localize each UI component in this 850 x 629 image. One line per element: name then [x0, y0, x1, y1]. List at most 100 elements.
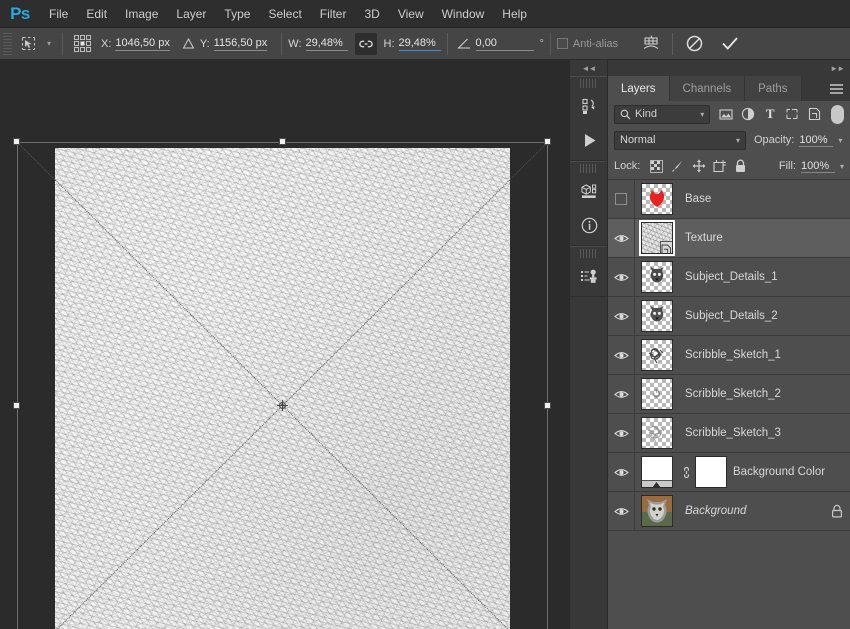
link-chain-icon[interactable]: [354, 32, 377, 55]
menu-select[interactable]: Select: [259, 0, 310, 28]
blend-chevron-down-icon[interactable]: ▾: [736, 136, 740, 145]
layer-name[interactable]: Scribble_Sketch_1: [679, 349, 850, 361]
layer-visibility-toggle[interactable]: [608, 335, 635, 375]
layer-visibility-toggle[interactable]: [608, 179, 635, 219]
history-panel-icon[interactable]: [570, 89, 608, 123]
menu-help[interactable]: Help: [493, 0, 536, 28]
layer-visibility-toggle[interactable]: [608, 452, 635, 492]
layer-mask-thumbnail-wrap[interactable]: [693, 456, 729, 488]
layer-thumbnail-wrap[interactable]: [635, 339, 679, 371]
layer-name[interactable]: Subject_Details_2: [679, 310, 850, 322]
dock-group-grip-2[interactable]: [580, 164, 597, 173]
layer-thumbnail[interactable]: [641, 261, 673, 293]
anti-alias-checkbox[interactable]: Anti-alias: [556, 38, 618, 50]
lock-all-icon[interactable]: [730, 156, 751, 176]
h-input[interactable]: 29,48%: [398, 37, 441, 51]
layer-thumbnail[interactable]: [641, 456, 673, 488]
tab-layers[interactable]: Layers: [608, 76, 670, 101]
x-input[interactable]: 1046,50 px: [115, 37, 170, 51]
transform-handle-middle-left[interactable]: [13, 402, 20, 409]
3d-panel-icon[interactable]: [570, 174, 608, 208]
layer-name[interactable]: Subject_Details_1: [679, 271, 850, 283]
cancel-transform-icon[interactable]: [679, 29, 709, 59]
layer-visibility-toggle[interactable]: [608, 413, 635, 453]
clone-source-panel-icon[interactable]: [570, 259, 608, 293]
transform-handle-middle-right[interactable]: [544, 402, 551, 409]
table-row[interactable]: Texture: [608, 218, 850, 258]
layer-thumbnail-wrap[interactable]: [635, 456, 679, 488]
lock-position-icon[interactable]: [688, 156, 709, 176]
layer-thumbnail-wrap[interactable]: [635, 495, 679, 527]
menu-layer[interactable]: Layer: [167, 0, 215, 28]
menu-view[interactable]: View: [389, 0, 433, 28]
table-row[interactable]: Scribble_Sketch_2: [608, 374, 850, 414]
layer-thumbnail[interactable]: [641, 417, 673, 449]
info-panel-icon[interactable]: [570, 208, 608, 242]
actions-play-icon[interactable]: [570, 123, 608, 157]
layer-thumbnail-wrap[interactable]: [635, 300, 679, 332]
y-input[interactable]: 1156,50 px: [213, 37, 268, 51]
layer-thumbnail[interactable]: [639, 220, 675, 256]
expand-panels-icon[interactable]: ►►: [830, 64, 845, 73]
tool-preset-chevron-down-icon[interactable]: ▾: [42, 29, 56, 59]
layer-thumbnail[interactable]: [641, 495, 673, 527]
lock-transparent-pixels-icon[interactable]: [646, 156, 667, 176]
menu-file[interactable]: File: [40, 0, 77, 28]
layer-visibility-toggle[interactable]: [608, 218, 635, 258]
menu-image[interactable]: Image: [116, 0, 167, 28]
tab-channels[interactable]: Channels: [669, 76, 746, 101]
dock-group-grip-1[interactable]: [580, 79, 597, 88]
layer-thumbnail-wrap[interactable]: [635, 417, 679, 449]
transform-reference-point-icon[interactable]: [277, 400, 288, 411]
filter-smart-object-layers-icon[interactable]: [804, 104, 824, 124]
menu-edit[interactable]: Edit: [77, 0, 116, 28]
layer-name[interactable]: Background: [679, 505, 824, 517]
layer-thumbnail-wrap[interactable]: [635, 183, 679, 215]
layer-thumbnail[interactable]: [641, 300, 673, 332]
kind-chevron-down-icon[interactable]: ▾: [700, 110, 704, 119]
commit-transform-checkmark-icon[interactable]: [715, 29, 745, 59]
filter-pixel-layers-icon[interactable]: [716, 104, 736, 124]
lock-artboard-nesting-icon[interactable]: [709, 156, 730, 176]
menu-3d[interactable]: 3D: [355, 0, 388, 28]
lock-image-pixels-icon[interactable]: [667, 156, 688, 176]
menu-type[interactable]: Type: [215, 0, 259, 28]
filter-enable-toggle[interactable]: [831, 104, 844, 124]
panel-menu-icon[interactable]: [829, 76, 844, 101]
layer-visibility-toggle[interactable]: [608, 491, 635, 531]
anti-alias-box[interactable]: [556, 38, 568, 49]
layer-name[interactable]: Texture: [679, 232, 850, 244]
filter-shape-layers-icon[interactable]: [782, 104, 802, 124]
layer-visibility-toggle[interactable]: [608, 374, 635, 414]
free-transform-tool-icon[interactable]: [14, 29, 42, 59]
transform-handle-top-right[interactable]: [544, 138, 551, 145]
layer-name[interactable]: Background Color: [729, 466, 850, 478]
layer-mask-thumbnail[interactable]: [695, 456, 727, 488]
table-row[interactable]: Background: [608, 491, 850, 531]
layer-name[interactable]: Base: [679, 193, 850, 205]
rotation-angle-input[interactable]: 0,00: [475, 37, 534, 51]
filter-adjustment-layers-icon[interactable]: [738, 104, 758, 124]
table-row[interactable]: Base: [608, 179, 850, 219]
table-row[interactable]: Scribble_Sketch_3: [608, 413, 850, 453]
transform-handle-top-center[interactable]: [279, 138, 286, 145]
layer-visibility-toggle[interactable]: [608, 296, 635, 336]
dock-group-grip-3[interactable]: [580, 249, 597, 258]
layer-thumbnail-wrap[interactable]: [635, 261, 679, 293]
menu-window[interactable]: Window: [433, 0, 494, 28]
layer-thumbnail[interactable]: [641, 378, 673, 410]
document-canvas[interactable]: [0, 60, 570, 629]
layer-filter-kind-select[interactable]: Kind ▾: [614, 104, 711, 124]
table-row[interactable]: Subject_Details_1: [608, 257, 850, 297]
w-input[interactable]: 29,48%: [305, 37, 348, 51]
table-row[interactable]: Background Color: [608, 452, 850, 492]
layer-name[interactable]: Scribble_Sketch_2: [679, 388, 850, 400]
table-row[interactable]: Subject_Details_2: [608, 296, 850, 336]
opacity-value[interactable]: 100%: [799, 134, 834, 147]
options-bar-grip[interactable]: [3, 32, 12, 55]
table-row[interactable]: Scribble_Sketch_1: [608, 335, 850, 375]
reference-point-grid-icon[interactable]: [69, 34, 95, 53]
switch-warp-mode-icon[interactable]: [636, 29, 666, 59]
tab-paths[interactable]: Paths: [745, 76, 802, 101]
layer-visibility-toggle[interactable]: [608, 257, 635, 297]
